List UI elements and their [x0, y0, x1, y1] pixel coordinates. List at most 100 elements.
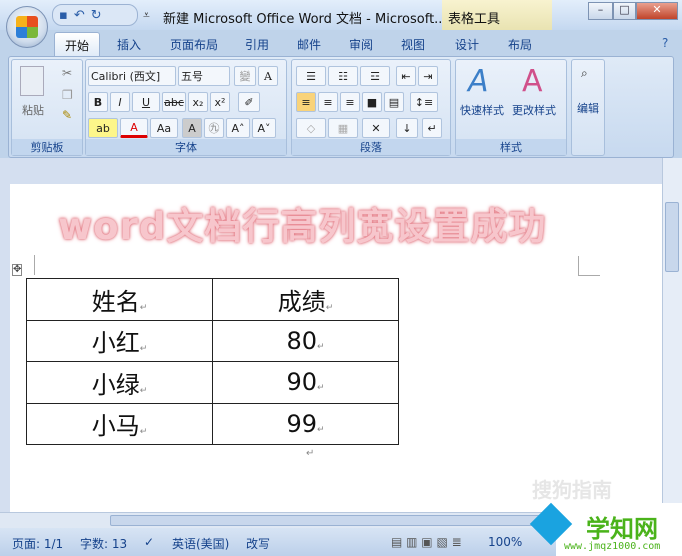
help-icon[interactable]: ? [662, 36, 668, 50]
char-shading-icon[interactable]: A [182, 118, 202, 138]
tab-layout[interactable]: 布局 [508, 36, 532, 53]
borders-icon[interactable]: ▦ [328, 118, 358, 138]
strikethrough-button[interactable]: abc [162, 92, 186, 112]
table-cell[interactable]: 小红 [92, 329, 140, 357]
show-marks-icon[interactable]: ↵ [422, 118, 442, 138]
italic-button[interactable]: I [110, 92, 130, 112]
styles-group: A A 快速样式 更改样式 样式 [455, 59, 567, 156]
minimize-button[interactable]: – [588, 2, 613, 20]
bullets-icon[interactable]: ☰ [296, 66, 326, 86]
table-cell[interactable]: 小马 [92, 412, 140, 440]
table-cell[interactable]: 小绿 [92, 371, 140, 399]
close-button[interactable]: ✕ [636, 2, 678, 20]
page-count[interactable]: 页面: 1/1 [12, 535, 63, 552]
table-move-handle[interactable]: ✥ [12, 264, 23, 276]
watermark-text: 搜狗指南 [532, 478, 612, 502]
tab-design[interactable]: 设计 [455, 36, 479, 53]
distributed-icon[interactable]: ▤ [384, 92, 404, 112]
table-cell[interactable]: 成绩 [278, 288, 326, 316]
subscript-button[interactable]: x₂ [188, 92, 208, 112]
char-border-icon[interactable]: A [258, 66, 278, 86]
line-spacing-icon[interactable]: ↕≡ [410, 92, 438, 112]
save-icon[interactable]: ▪ [59, 8, 68, 23]
language-status[interactable]: 英语(美国) [172, 535, 229, 552]
zoom-level[interactable]: 100% [488, 535, 522, 549]
bold-button[interactable]: B [88, 92, 108, 112]
tab-view[interactable]: 视图 [401, 36, 425, 53]
tab-mailings[interactable]: 邮件 [297, 36, 321, 53]
enclose-char-icon[interactable]: ㊈ [204, 118, 224, 138]
font-size-select[interactable]: 五号 [178, 66, 230, 86]
grow-font-button[interactable]: A˄ [226, 118, 250, 138]
table-row: 小马↵ 99↵ [26, 402, 399, 445]
scroll-thumb[interactable] [665, 202, 679, 272]
score-table[interactable]: 姓名↵ 成绩↵ 小红↵ 80↵ 小绿↵ 90↵ 小马↵ 99↵ [26, 278, 399, 445]
paragraph-label: 段落 [292, 139, 450, 155]
table-cell[interactable]: 姓名 [92, 288, 140, 316]
logo-url: www.jmqz1000.com [564, 541, 661, 552]
change-styles-icon[interactable]: A [522, 64, 543, 99]
align-center-icon[interactable]: ≡ [318, 92, 338, 112]
scroll-thumb[interactable] [110, 515, 600, 526]
font-label: 字体 [86, 139, 286, 155]
justify-icon[interactable]: ■ [362, 92, 382, 112]
chinese-layout-icon[interactable]: ✕ [362, 118, 390, 138]
font-color-icon[interactable]: A [120, 118, 148, 138]
table-cell[interactable]: 90 [286, 368, 317, 396]
ribbon-tabs: 开始 插入 页面布局 引用 邮件 审阅 视图 设计 布局 ? [0, 30, 682, 58]
align-right-icon[interactable]: ≡ [340, 92, 360, 112]
customize-qat-icon[interactable]: ⩡ [143, 8, 150, 23]
proofing-icon[interactable]: ✓ [144, 535, 154, 549]
maximize-button[interactable]: □ [613, 2, 636, 20]
undo-icon[interactable]: ↶ [74, 8, 85, 23]
quick-styles-icon[interactable]: A [468, 64, 489, 99]
format-painter-icon[interactable]: ✎ [62, 108, 72, 122]
sort-icon[interactable]: ↓ [396, 118, 418, 138]
tab-home[interactable]: 开始 [54, 32, 101, 58]
highlight-icon[interactable]: ab [88, 118, 118, 138]
tab-references[interactable]: 引用 [245, 36, 269, 53]
table-tools-label: 表格工具 [442, 0, 552, 30]
increase-indent-icon[interactable]: ⇥ [418, 66, 438, 86]
shading-icon[interactable]: ◇ [296, 118, 326, 138]
table-cell[interactable]: 99 [286, 410, 317, 438]
numbering-icon[interactable]: ☷ [328, 66, 358, 86]
paste-button[interactable]: 粘贴 [22, 102, 44, 118]
copy-icon[interactable]: ❐ [62, 88, 73, 102]
table-cell[interactable]: 80 [286, 327, 317, 355]
table-row: 姓名↵ 成绩↵ [26, 278, 399, 321]
editing-button[interactable]: 编辑 [577, 100, 599, 116]
quick-styles-button[interactable]: 快速样式 [460, 102, 504, 118]
cut-icon[interactable]: ✂ [62, 66, 72, 80]
redo-icon[interactable]: ↻ [91, 8, 102, 23]
tab-insert[interactable]: 插入 [117, 36, 141, 53]
tab-review[interactable]: 审阅 [349, 36, 373, 53]
font-name-select[interactable]: Calibri (西文] [88, 66, 176, 86]
clear-format-icon[interactable]: ✐ [238, 92, 260, 112]
phonetic-guide-icon[interactable]: 變 [234, 66, 256, 86]
clipboard-group: 粘贴 ✂ ❐ ✎ 剪贴板 [11, 59, 83, 156]
clipboard-label: 剪贴板 [12, 139, 82, 155]
quick-access-toolbar: ▪ ↶ ↻ [52, 4, 138, 26]
align-left-icon[interactable]: ≡ [296, 92, 316, 112]
word-count[interactable]: 字数: 13 [80, 535, 127, 552]
overtype-status[interactable]: 改写 [246, 535, 270, 552]
paragraph-group: ☰ ☷ ☲ ⇤ ⇥ ≡ ≡ ≡ ■ ▤ ↕≡ ◇ ▦ ✕ ↓ ↵ 段落 [291, 59, 451, 156]
change-styles-button[interactable]: 更改样式 [512, 102, 556, 118]
paste-icon[interactable] [20, 66, 44, 96]
vertical-scrollbar[interactable] [662, 158, 682, 512]
decrease-indent-icon[interactable]: ⇤ [396, 66, 416, 86]
tab-page-layout[interactable]: 页面布局 [170, 36, 218, 53]
find-icon[interactable]: ⌕ [581, 66, 588, 81]
multilevel-list-icon[interactable]: ☲ [360, 66, 390, 86]
ribbon: 粘贴 ✂ ❐ ✎ 剪贴板 Calibri (西文] 五号 變 A B I U a… [8, 56, 674, 158]
change-case-button[interactable]: Aa [150, 118, 178, 138]
caption-overlay: word文档行高列宽设置成功 [58, 205, 547, 248]
shrink-font-button[interactable]: A˅ [252, 118, 276, 138]
office-button[interactable] [6, 6, 48, 48]
table-row: 小绿↵ 90↵ [26, 361, 399, 404]
superscript-button[interactable]: x² [210, 92, 230, 112]
underline-button[interactable]: U [132, 92, 160, 112]
table-row: 小红↵ 80↵ [26, 319, 399, 362]
view-buttons[interactable]: ▤ ▥ ▣ ▧ ≣ [391, 535, 462, 549]
